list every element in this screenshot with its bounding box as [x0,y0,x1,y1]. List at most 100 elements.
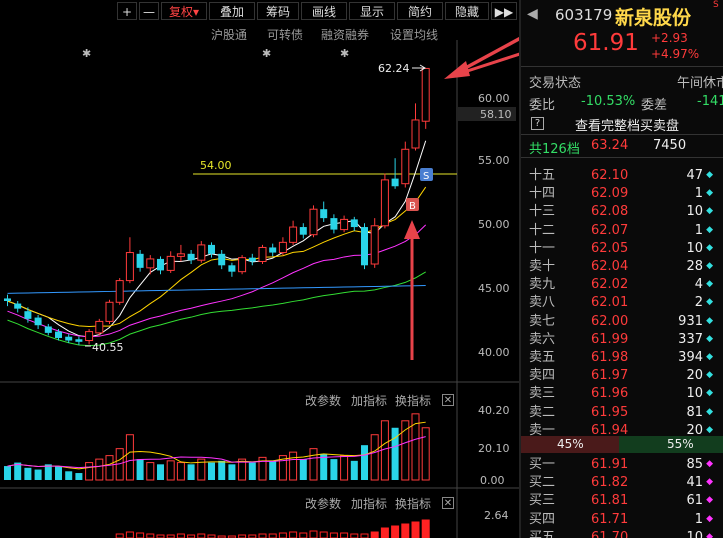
orderbook-row[interactable]: 卖五 61.98 394 ◆ [521,348,723,367]
orderbook-price: 61.70 [591,529,629,538]
view-full-orderbook-link[interactable]: 查看完整档买卖盘 [575,115,679,134]
kline-chart[interactable]: ✱ ✱ ✱ 60.00 58.10 55.00 50.00 45.00 40.0… [0,40,519,538]
orderbook-level-label: 十三 [529,204,556,220]
candle-body [146,258,155,269]
macd-bar [350,533,359,538]
close-icon[interactable]: ✕ [442,497,454,509]
orderbook-row[interactable]: 卖八 62.01 2 ◆ [521,293,723,312]
candle-body [350,219,358,228]
orderbook-row[interactable]: 卖九 62.02 4 ◆ [521,275,723,294]
chips-button[interactable]: 筹码 [257,2,299,20]
orderbook-row[interactable]: 买五 61.70 10 ◆ [521,528,723,538]
volume-bar [146,462,155,481]
macd-bar [125,531,134,538]
macd-bar [319,531,328,538]
more-button[interactable]: ▶▶ [491,2,517,20]
macd-edit-params[interactable]: 改参数 [305,495,341,512]
orderbook-volume: 10 [686,240,703,256]
orderbook-volume: 931 [678,313,703,329]
candle-body [166,255,175,271]
orderbook-row[interactable]: 十二 62.07 1 ◆ [521,221,723,240]
macd-switch-indicator[interactable]: 换指标 [395,495,431,512]
diamond-icon: ◆ [706,188,713,199]
orderbook-volume: 61 [686,493,703,509]
orderbook-price: 61.91 [591,457,629,472]
orderbook-volume: 81 [686,404,703,420]
orderbook-level-label: 卖五 [529,350,556,365]
macd-bar [278,532,287,538]
orderbook-level-label: 卖九 [529,277,556,293]
candle-body [136,253,144,268]
price-change-pct: +4.97% [651,47,700,61]
orderbook-level-label: 卖八 [529,295,556,311]
macd-bar [115,533,124,538]
diamond-icon: ◆ [706,315,713,326]
candle-body [4,298,11,301]
volume-bar [44,464,52,480]
zoom-in-button[interactable]: + [117,2,137,20]
orderbook-price: 61.97 [591,368,629,384]
orderbook-row[interactable]: 十一 62.05 10 ◆ [521,239,723,258]
diamond-icon: ◆ [706,170,713,180]
orderbook-row[interactable]: 十五 62.10 47 ◆ [521,166,723,185]
orderbook-row[interactable]: 卖四 61.97 20 ◆ [521,366,723,385]
diamond-icon: ◆ [706,477,713,488]
close-icon[interactable]: ✕ [442,394,454,406]
candle-body [340,218,349,231]
orderbook-row[interactable]: 买四 61.71 1 ◆ [521,510,723,529]
chevron-down-icon: ▾ [192,5,200,19]
volume-bar [75,473,83,480]
candle-body [55,331,62,338]
candle-body [269,247,277,253]
simple-button[interactable]: 简约 [397,2,443,20]
macd-bar [340,532,349,538]
vol-switch-indicator[interactable]: 换指标 [395,392,431,409]
vol-add-indicator[interactable]: 加指标 [351,392,387,409]
macd-bar [176,533,185,538]
volume-bar [95,458,104,481]
orderbook-row[interactable]: 买一 61.91 85 ◆ [521,455,723,474]
volume-bar [176,462,185,481]
hide-button[interactable]: 隐藏 [445,2,489,20]
orderbook-volume: 20 [686,368,703,384]
fuquan-button[interactable]: 复权▾ [161,2,207,20]
vol-edit-params[interactable]: 改参数 [305,392,341,409]
candle-body [370,225,379,265]
orderbook-row[interactable]: 卖三 61.96 10 ◆ [521,384,723,403]
diamond-icon: ◆ [706,279,713,290]
stock-code: 603179 [555,6,613,24]
orderbook-price: 61.96 [591,386,629,402]
candle-body [401,148,410,185]
orderbook-price: 61.71 [591,511,629,527]
display-button[interactable]: 显示 [349,2,395,20]
orderbook-level-label: 卖六 [529,331,556,347]
prev-stock-icon[interactable]: ◀ [527,6,538,22]
orderbook-price: 62.09 [591,186,629,202]
weicha-value: -141 [697,94,723,109]
volume-bar [125,434,134,481]
orderbook-row[interactable]: 买三 61.81 61 ◆ [521,491,723,510]
orderbook-row[interactable]: 卖十 62.04 28 ◆ [521,257,723,276]
orderbook-row[interactable]: 卖六 61.99 337 ◆ [521,330,723,349]
macd-add-indicator[interactable]: 加指标 [351,495,387,512]
volume-bar [421,427,430,481]
orderbook-volume: 47 [686,168,703,183]
orderbook-row[interactable]: 十四 62.09 1 ◆ [521,184,723,203]
candle-body [330,218,338,230]
help-icon[interactable]: ? [531,117,544,130]
price-axis-45: 45.00 [478,282,510,295]
candle-body [187,253,195,261]
orderbook-row[interactable]: 买二 61.82 41 ◆ [521,473,723,492]
weicha-label: 委差 [641,98,668,113]
overlay-button[interactable]: 叠加 [209,2,255,20]
orderbook-row[interactable]: 十三 62.08 10 ◆ [521,202,723,221]
candle-body [228,265,236,272]
zoom-out-button[interactable]: — [139,2,159,20]
orderbook-row[interactable]: 卖二 61.95 81 ◆ [521,403,723,422]
volume-bar [85,462,94,481]
candle-body [24,311,32,319]
orderbook-row[interactable]: 卖七 62.00 931 ◆ [521,312,723,331]
candle-body [258,246,267,262]
vol-axis-zero: 0.00 [480,474,505,487]
draw-line-button[interactable]: 画线 [301,2,347,20]
